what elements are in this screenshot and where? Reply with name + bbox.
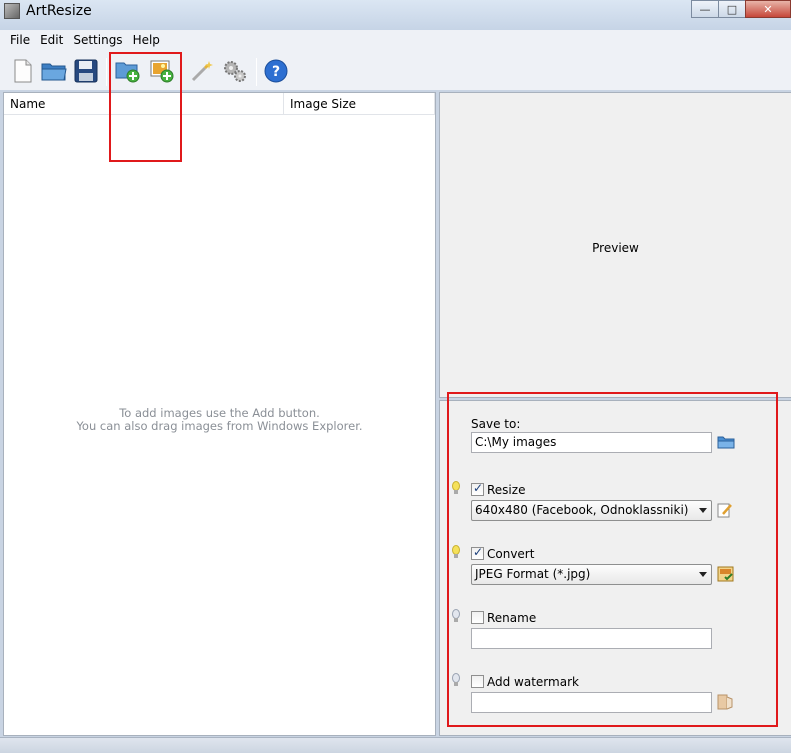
menu-settings[interactable]: Settings	[68, 33, 127, 47]
settings-button[interactable]	[222, 58, 248, 84]
window-controls: — □ ✕	[691, 0, 791, 18]
new-document-button[interactable]	[10, 58, 36, 84]
status-bar	[0, 737, 791, 753]
minimize-button[interactable]: —	[691, 0, 719, 18]
settings-highlight-box	[447, 392, 778, 727]
help-button[interactable]: ?	[263, 58, 289, 84]
menu-bar: File Edit Settings Help	[0, 30, 791, 50]
empty-list-hint: To add images use the Add button. You ca…	[4, 407, 435, 433]
save-button[interactable]	[73, 58, 99, 84]
list-header: Name Image Size	[4, 93, 435, 115]
new-document-icon	[14, 59, 32, 83]
open-folder-icon	[41, 63, 67, 81]
title-bar: ArtResize — □ ✕	[0, 0, 791, 30]
preview-label: Preview	[592, 241, 639, 255]
gears-icon	[224, 61, 246, 82]
toolbar-highlight-box	[109, 52, 182, 162]
open-button[interactable]	[41, 58, 67, 84]
magic-wand-button[interactable]	[190, 58, 216, 84]
preview-panel: Preview	[439, 92, 791, 398]
close-button[interactable]: ✕	[745, 0, 791, 18]
menu-help[interactable]: Help	[128, 33, 165, 47]
image-list[interactable]: Name Image Size To add images use the Ad…	[3, 92, 436, 736]
toolbar-separator	[256, 58, 257, 86]
app-icon	[4, 3, 20, 19]
svg-text:?: ?	[272, 64, 280, 80]
window-title: ArtResize	[26, 3, 92, 19]
maximize-button[interactable]: □	[718, 0, 746, 18]
menu-file[interactable]: File	[5, 33, 35, 47]
empty-hint-line-2: You can also drag images from Windows Ex…	[76, 419, 363, 433]
magic-wand-icon	[191, 61, 213, 82]
column-image-size[interactable]: Image Size	[284, 93, 435, 115]
help-icon: ?	[264, 59, 288, 83]
save-icon	[74, 59, 98, 83]
menu-edit[interactable]: Edit	[35, 33, 68, 47]
toolbar-separator	[106, 58, 107, 86]
